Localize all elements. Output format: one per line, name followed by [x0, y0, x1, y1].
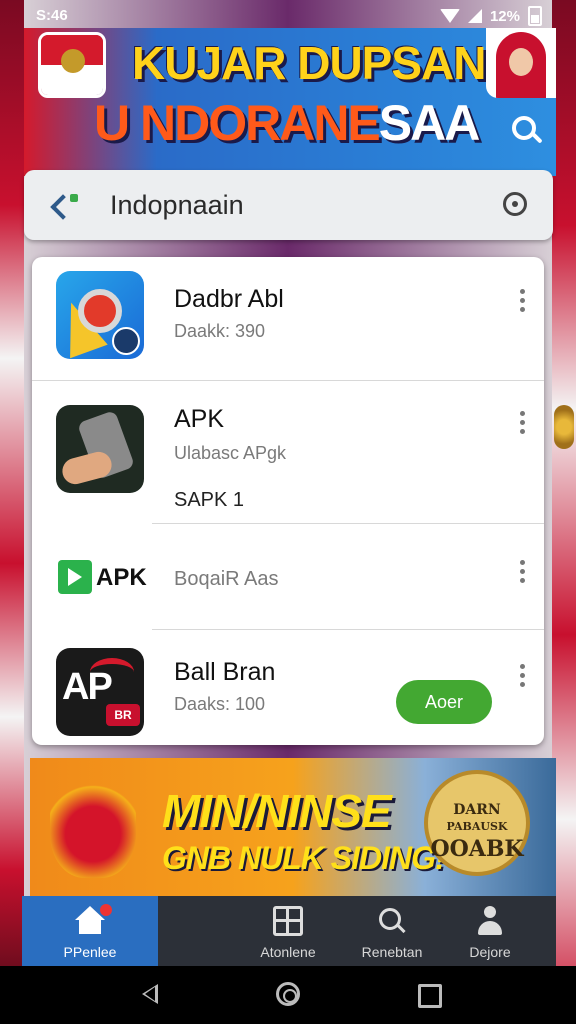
avatar[interactable]: [486, 28, 556, 98]
nav-item-profile[interactable]: Dejore: [450, 896, 530, 966]
bottom-navigation: PPenlee Atonlene Renebtan Dejore: [22, 896, 556, 966]
app-subtitle: BoqaiR Aas: [174, 568, 279, 590]
app-name: APK: [96, 564, 147, 591]
garuda-ornament: [554, 405, 574, 449]
search-input[interactable]: Indopnaain: [24, 170, 553, 240]
wifi-icon: [439, 9, 460, 23]
nav-item-home[interactable]: PPenlee: [22, 896, 158, 966]
banner-seal: DARN PABAUSK OOABK: [424, 770, 530, 876]
search-icon[interactable]: [510, 114, 544, 148]
more-options-icon[interactable]: [520, 664, 526, 691]
app-icon-dadbr: [56, 271, 144, 359]
seal-top-text: DARN: [453, 802, 501, 818]
status-time: S:46: [36, 7, 68, 24]
header-title-line2-part-a: U NDORANE: [94, 95, 381, 151]
more-options-icon[interactable]: [520, 411, 526, 438]
search-input-value: Indopnaain: [110, 190, 244, 220]
battery-icon: [528, 6, 542, 26]
header-title-line1: KUJAR DUPSAN: [132, 37, 486, 89]
notification-dot: [100, 904, 112, 916]
user-icon: [475, 906, 505, 936]
list-item[interactable]: Dadbr Abl Daakk: 390: [32, 257, 544, 380]
header-banner: KUJAR DUPSAN U NDORANESAA: [24, 28, 556, 176]
signal-icon: [467, 9, 482, 23]
header-title-line2: U NDORANESAA: [94, 94, 481, 152]
apk-logo-icon: [58, 560, 92, 594]
app-name: APK: [174, 405, 225, 433]
banner-headline: MIN/NINSE: [162, 785, 392, 837]
header-title-line2-part-b: SAA: [378, 95, 481, 151]
back-icon[interactable]: [142, 984, 158, 1004]
more-options-icon[interactable]: [520, 560, 526, 587]
battery-percent: 12%: [489, 7, 520, 25]
app-name: Dadbr Abl: [174, 285, 284, 313]
open-button[interactable]: Aoer: [396, 680, 492, 724]
banner-subheadline: GNB NULK SIDING!: [162, 840, 446, 876]
store-icon: [273, 906, 303, 936]
nav-item-search[interactable]: Renebtan: [352, 896, 432, 966]
list-item[interactable]: APK Ulabasc APgk SAPK 1: [32, 381, 544, 523]
nav-label: Atonlene: [260, 944, 316, 960]
app-list: Dadbr Abl Daakk: 390 APK Ulabasc APgk SA…: [32, 257, 544, 745]
app-subtitle: Ulabasc APgk: [174, 443, 287, 463]
promo-banner[interactable]: MIN/NINSE GNB NULK SIDING! DARN PABAUSK …: [30, 758, 556, 898]
flame-logo-icon: [50, 768, 136, 878]
app-name: Ball Bran: [174, 658, 276, 686]
app-subtitle: Daakk: 390: [174, 321, 266, 341]
nav-label: Dejore: [469, 944, 511, 960]
app-icon-apk-phone: [56, 405, 144, 493]
recent-apps-icon[interactable]: [418, 984, 442, 1008]
app-icon-tag: BR: [106, 704, 140, 726]
seal-mid-text: PABAUSK: [446, 820, 508, 833]
indonesia-flag-icon: [38, 32, 106, 98]
search-icon: [377, 906, 407, 936]
garuda-emblem-icon: [61, 49, 85, 73]
search-lens-icon[interactable]: [503, 192, 527, 216]
seal-bottom-text: OOABK: [430, 836, 524, 862]
app-extra: SAPK 1: [174, 489, 245, 511]
app-subtitle: Daaks: 100: [174, 694, 266, 714]
app-icon-text: AP: [62, 666, 113, 708]
system-navigation-bar: [0, 966, 576, 1024]
app-icon-ball-bran: AP BR: [56, 648, 144, 736]
list-item[interactable]: APK BoqaiR Aas: [32, 524, 544, 629]
nav-label: PPenlee: [63, 944, 117, 960]
nav-item-store[interactable]: Atonlene: [248, 896, 328, 966]
status-bar: S:46 12%: [0, 0, 576, 30]
left-flag-border: [0, 0, 24, 1024]
home-circle-icon[interactable]: [276, 982, 300, 1006]
more-options-icon[interactable]: [520, 289, 526, 316]
nav-label: Renebtan: [361, 944, 423, 960]
app-store-logo-icon: [50, 194, 82, 220]
